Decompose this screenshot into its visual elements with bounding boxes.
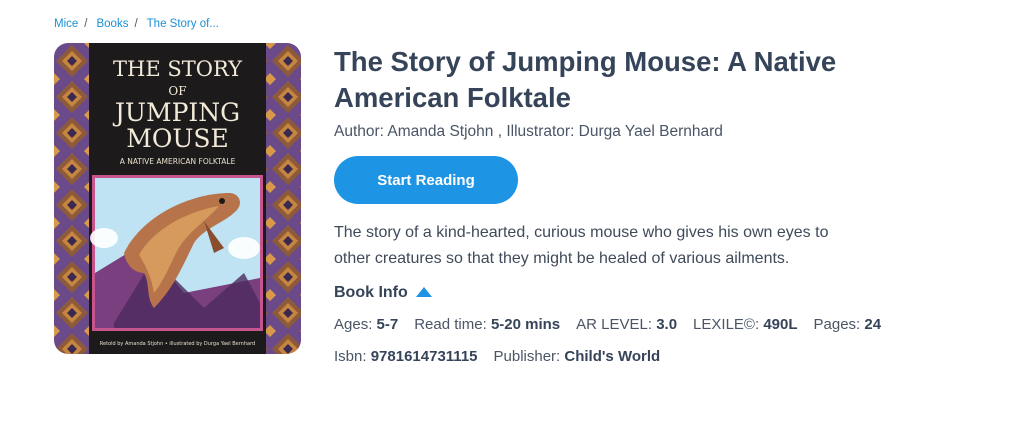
meta-lexile-value: 490L bbox=[763, 316, 798, 333]
meta-read-time: Read time: 5-20 mins bbox=[414, 315, 560, 335]
meta-ages-label: Ages: bbox=[334, 316, 373, 333]
breadcrumb-separator: / bbox=[134, 18, 138, 30]
cover-credits: Retold by Amanda Stjohn • illustrated by… bbox=[100, 341, 255, 347]
breadcrumb-separator: / bbox=[84, 18, 88, 30]
meta-isbn: Isbn: 9781614731115 bbox=[334, 347, 478, 367]
breadcrumb: Mice / Books / The Story of... bbox=[54, 18, 219, 30]
cover-subtitle: A NATIVE AMERICAN FOLKTALE bbox=[120, 157, 236, 166]
author-line: Author: Amanda Stjohn , Illustrator: Dur… bbox=[334, 123, 723, 140]
book-meta-row-2: Isbn: 9781614731115 Publisher: Child's W… bbox=[334, 347, 954, 367]
caret-up-icon bbox=[415, 287, 432, 297]
book-cover-art: THE STORY OF JUMPING MOUSE A NATIVE AMER… bbox=[54, 43, 301, 354]
cover-title-line4: MOUSE bbox=[126, 124, 229, 153]
book-info-label: Book Info bbox=[334, 284, 408, 301]
book-info-toggle[interactable]: Book Info bbox=[334, 284, 954, 302]
meta-publisher: Publisher: Child's World bbox=[494, 347, 661, 367]
meta-isbn-label: Isbn: bbox=[334, 348, 367, 365]
meta-lexile: LEXILE©: 490L bbox=[693, 315, 797, 335]
cover-title-line3: JUMPING bbox=[112, 98, 240, 127]
meta-lexile-label: LEXILE©: bbox=[693, 316, 760, 333]
book-description: The story of a kind-hearted, curious mou… bbox=[334, 224, 829, 267]
book-meta-row-1: Ages: 5-7 Read time: 5-20 mins AR LEVEL:… bbox=[334, 315, 954, 335]
meta-read-time-label: Read time: bbox=[414, 316, 487, 333]
breadcrumb-mice[interactable]: Mice bbox=[54, 18, 78, 30]
meta-ages-value: 5-7 bbox=[376, 316, 399, 333]
meta-isbn-value: 9781614731115 bbox=[370, 348, 478, 365]
meta-pages: Pages: 24 bbox=[814, 315, 882, 335]
book-details: The Story of Jumping Mouse: A Native Ame… bbox=[334, 44, 954, 367]
start-reading-button[interactable]: Start Reading bbox=[334, 156, 518, 204]
book-cover[interactable]: THE STORY OF JUMPING MOUSE A NATIVE AMER… bbox=[54, 43, 301, 354]
meta-ar-level-label: AR LEVEL: bbox=[576, 316, 653, 333]
meta-publisher-value: Child's World bbox=[564, 348, 661, 365]
meta-pages-value: 24 bbox=[864, 316, 882, 333]
meta-read-time-value: 5-20 mins bbox=[490, 316, 561, 333]
breadcrumb-books[interactable]: Books bbox=[96, 18, 128, 30]
cover-title-line1: THE STORY bbox=[113, 57, 243, 81]
cover-title-line2: OF bbox=[168, 84, 186, 98]
page-title: The Story of Jumping Mouse: A Native Ame… bbox=[334, 46, 837, 113]
meta-publisher-label: Publisher: bbox=[493, 348, 561, 365]
meta-ar-level-value: 3.0 bbox=[656, 316, 678, 333]
breadcrumb-current[interactable]: The Story of... bbox=[147, 18, 219, 30]
meta-ar-level: AR LEVEL: 3.0 bbox=[576, 315, 677, 335]
meta-pages-label: Pages: bbox=[813, 316, 861, 333]
meta-ages: Ages: 5-7 bbox=[334, 315, 398, 335]
